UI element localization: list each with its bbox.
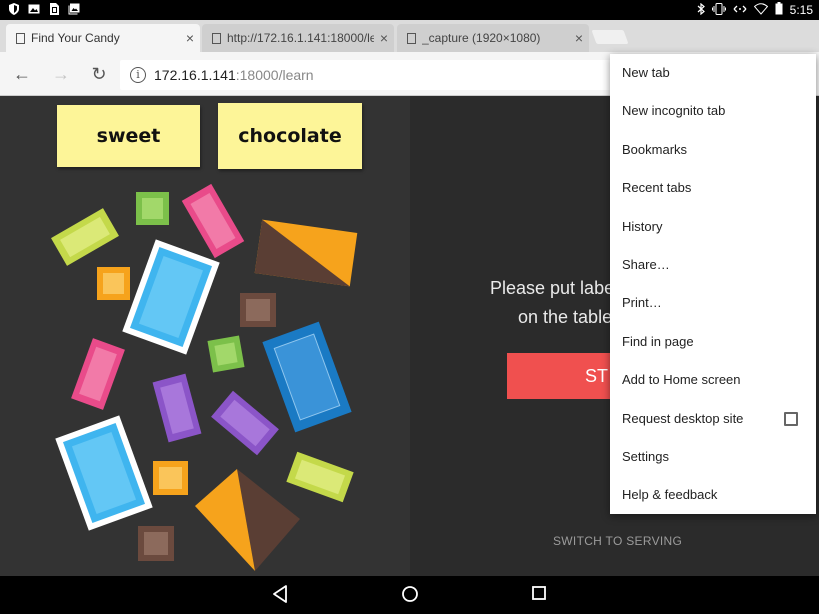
menu-item-settings[interactable]: Settings (610, 438, 816, 476)
wifi-icon (753, 2, 768, 18)
menu-item-history[interactable]: History (610, 208, 816, 246)
page-icon (16, 32, 25, 44)
menu-item-new-tab[interactable]: New tab (610, 54, 816, 92)
tab-capture[interactable]: _capture (1920×1080) × (397, 24, 589, 52)
menu-item-share[interactable]: Share… (610, 246, 816, 284)
candy-lime-wrapped (51, 208, 119, 266)
photo-library-icon (68, 3, 80, 15)
battery-icon (775, 2, 783, 18)
candy-purple-wrapped (152, 373, 202, 443)
new-tab-button[interactable] (591, 30, 629, 44)
candy-dark-blue-bar (262, 321, 352, 433)
reload-icon[interactable]: ↻ (88, 64, 110, 85)
candy-pink-wrapped (71, 338, 125, 410)
candy-blue-card (55, 415, 153, 531)
candy-purple-wrapped (211, 390, 279, 456)
tab-find-your-candy[interactable]: Find Your Candy × (6, 24, 200, 52)
forward-icon[interactable]: → (50, 64, 72, 85)
address-bar[interactable]: i 172.16.1.141:18000/learn (120, 60, 620, 90)
instruction-line-1: Please put labe (490, 278, 615, 298)
shield-icon (8, 3, 20, 15)
candy-brown-square (240, 293, 276, 327)
candy-orange-square (97, 267, 130, 300)
system-nav-bar (0, 576, 819, 614)
tab-title: Find Your Candy (31, 31, 120, 45)
data-saver-icon (733, 3, 747, 18)
candy-green-square (207, 335, 245, 373)
switch-to-serving-link[interactable]: SWITCH TO SERVING (553, 534, 682, 548)
candy-area: sweet chocolate (0, 96, 410, 576)
page-icon (407, 32, 416, 44)
close-tab-icon[interactable]: × (569, 30, 589, 46)
candy-orange-square (153, 461, 188, 495)
candy-green-square (136, 192, 169, 225)
instruction-text: Please put labe on the table (490, 274, 614, 332)
menu-item-new-incognito-tab[interactable]: New incognito tab (610, 92, 816, 130)
page-icon (212, 32, 221, 44)
sim-card-icon (48, 3, 60, 15)
menu-item-request-desktop-site[interactable]: Request desktop site (610, 400, 816, 438)
desktop-site-checkbox[interactable] (784, 411, 798, 426)
vibrate-icon (711, 2, 726, 18)
tab-title: _capture (1920×1080) (422, 31, 541, 45)
bluetooth-icon (697, 2, 705, 18)
back-nav-icon[interactable] (272, 585, 288, 608)
menu-item-help-feedback[interactable]: Help & feedback (610, 476, 816, 514)
candy-brown-square (138, 526, 174, 561)
menu-item-add-to-home-screen[interactable]: Add to Home screen (610, 361, 816, 399)
menu-item-label: Request desktop site (622, 410, 744, 426)
tab-title: http://172.16.1.141:18000/le (227, 31, 374, 45)
candy-pink-wrapped (181, 183, 245, 259)
candy-blue-card (122, 239, 220, 355)
url-host: 172.16.1.141 (154, 67, 236, 83)
system-status: 5:15 (697, 2, 813, 18)
tab-learn-url[interactable]: http://172.16.1.141:18000/le × (202, 24, 394, 52)
menu-item-print[interactable]: Print… (610, 284, 816, 322)
menu-item-recent-tabs[interactable]: Recent tabs (610, 169, 816, 207)
status-bar: 5:15 (0, 0, 819, 20)
candy-lime-wrapped (286, 451, 354, 503)
overflow-menu: New tab New incognito tab Bookmarks Rece… (610, 54, 816, 514)
candy-orange-brown-bar (254, 219, 358, 287)
instruction-line-2: on the table (518, 307, 613, 327)
tab-strip: Find Your Candy × http://172.16.1.141:18… (0, 20, 819, 52)
site-info-icon[interactable]: i (130, 67, 146, 83)
url-path: :18000/learn (235, 67, 314, 83)
close-tab-icon[interactable]: × (374, 30, 394, 46)
menu-item-find-in-page[interactable]: Find in page (610, 323, 816, 361)
notification-icons (8, 3, 80, 15)
back-icon[interactable]: ← (11, 64, 33, 85)
menu-item-bookmarks[interactable]: Bookmarks (610, 131, 816, 169)
image-icon (28, 3, 40, 15)
home-nav-icon[interactable] (401, 585, 419, 608)
clock-text: 5:15 (789, 3, 813, 17)
candy-illustration (51, 183, 358, 571)
close-tab-icon[interactable]: × (180, 30, 200, 46)
recents-nav-icon[interactable] (531, 585, 547, 606)
candy-orange-brown-triangle (195, 469, 300, 571)
